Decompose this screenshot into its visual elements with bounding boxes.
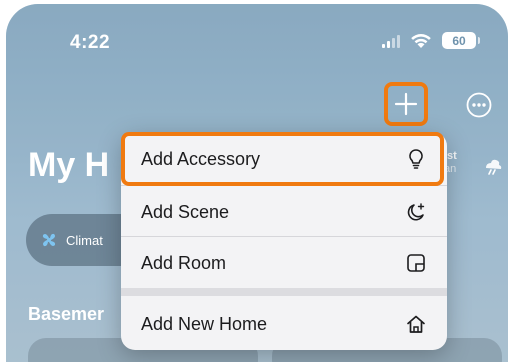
menu-item-label: Add Room bbox=[141, 252, 227, 273]
plus-icon bbox=[394, 92, 418, 116]
menu-item-add-scene[interactable]: Add Scene bbox=[121, 186, 447, 238]
room-icon bbox=[405, 252, 427, 274]
page-title: My H bbox=[28, 146, 110, 184]
fan-icon bbox=[42, 233, 56, 247]
menu-group-divider bbox=[121, 288, 447, 296]
menu-item-label: Add Accessory bbox=[141, 148, 261, 169]
add-button[interactable] bbox=[384, 82, 428, 126]
home-app-screen: 4:22 60 My H ist an Climat Basemer Add A… bbox=[0, 0, 514, 362]
house-icon bbox=[405, 313, 427, 335]
section-basement-label: Basemer bbox=[28, 304, 105, 324]
menu-item-add-room[interactable]: Add Room bbox=[121, 237, 447, 289]
battery-indicator: 60 bbox=[442, 32, 480, 49]
cellular-signal-icon bbox=[382, 34, 400, 48]
status-time: 4:22 bbox=[70, 32, 111, 53]
more-options-icon[interactable] bbox=[466, 92, 492, 118]
add-menu: Add Accessory Add Scene Add Room Add New… bbox=[121, 132, 447, 350]
moon-sparkle-icon bbox=[405, 201, 427, 223]
status-icons: 60 bbox=[382, 32, 480, 49]
weather-icon bbox=[486, 159, 502, 175]
menu-item-add-new-home[interactable]: Add New Home bbox=[121, 298, 447, 350]
menu-item-add-accessory[interactable]: Add Accessory bbox=[121, 133, 447, 185]
climate-chip-label: Climat bbox=[66, 232, 103, 248]
menu-item-label: Add New Home bbox=[141, 313, 268, 334]
menu-item-label: Add Scene bbox=[141, 201, 230, 222]
wifi-icon bbox=[411, 33, 431, 48]
lightbulb-icon bbox=[405, 148, 427, 170]
